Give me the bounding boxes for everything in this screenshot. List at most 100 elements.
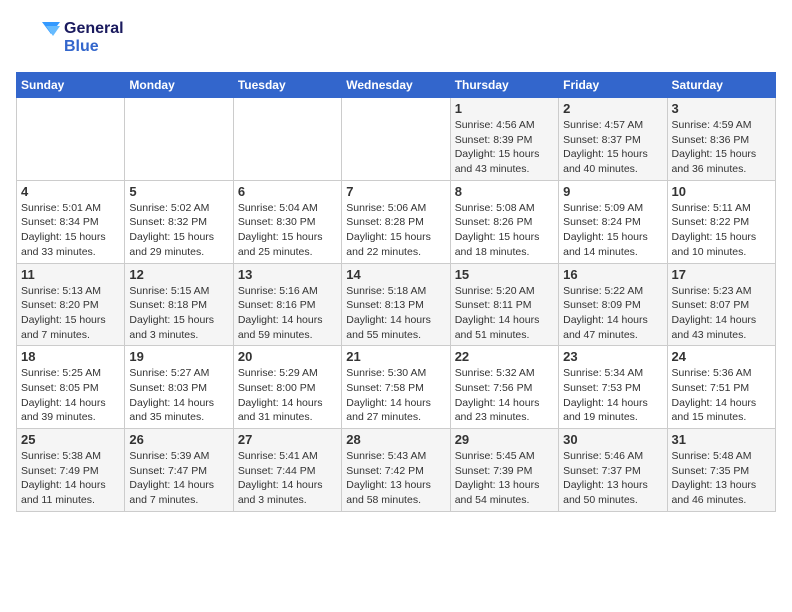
- calendar-week-5: 25 Sunrise: 5:38 AM Sunset: 7:49 PM Dayli…: [17, 429, 776, 512]
- day-info: Sunrise: 5:34 AM Sunset: 7:53 PM Dayligh…: [563, 366, 662, 425]
- page-header: GeneralBlue: [16, 16, 776, 60]
- calendar-day: 21Sunrise: 5:30 AM Sunset: 7:58 PM Dayli…: [342, 346, 450, 429]
- day-number: 27: [238, 432, 337, 447]
- day-info: Sunrise: 5:30 AM Sunset: 7:58 PM Dayligh…: [346, 366, 445, 425]
- day-number: 12: [129, 267, 228, 282]
- day-info: Sunrise: 5:48 AM Sunset: 7:35 PM Dayligh…: [672, 449, 771, 508]
- calendar-day: 29 Sunrise: 5:45 AM Sunset: 7:39 PM Dayli…: [450, 429, 558, 512]
- calendar-day: [17, 98, 125, 181]
- day-number: 26: [129, 432, 228, 447]
- day-number: 6: [238, 184, 337, 199]
- day-header-sunday: Sunday: [17, 73, 125, 98]
- day-number: 14: [346, 267, 445, 282]
- day-info: Sunrise: 5:38 AM Sunset: 7:49 PM Dayligh…: [21, 449, 120, 508]
- day-number: 1: [455, 101, 554, 116]
- day-number: 18: [21, 349, 120, 364]
- calendar-day: 19 Sunrise: 5:27 AM Sunset: 8:03 PM Dayli…: [125, 346, 233, 429]
- calendar-day: 1 Sunrise: 4:56 AM Sunset: 8:39 PM Daylig…: [450, 98, 558, 181]
- day-info: Sunrise: 5:11 AM Sunset: 8:22 PM Dayligh…: [672, 201, 771, 260]
- day-info: Sunrise: 5:32 AM Sunset: 7:56 PM Dayligh…: [455, 366, 554, 425]
- logo-general: General: [64, 20, 124, 38]
- day-number: 15: [455, 267, 554, 282]
- day-header-tuesday: Tuesday: [233, 73, 341, 98]
- calendar-day: 26 Sunrise: 5:39 AM Sunset: 7:47 PM Dayli…: [125, 429, 233, 512]
- day-number: 20: [238, 349, 337, 364]
- day-info: Sunrise: 5:02 AM Sunset: 8:32 PM Dayligh…: [129, 201, 228, 260]
- day-number: 17: [672, 267, 771, 282]
- day-info: Sunrise: 4:57 AM Sunset: 8:37 PM Dayligh…: [563, 118, 662, 177]
- day-info: Sunrise: 5:43 AM Sunset: 7:42 PM Dayligh…: [346, 449, 445, 508]
- day-number: 10: [672, 184, 771, 199]
- day-info: Sunrise: 5:04 AM Sunset: 8:30 PM Dayligh…: [238, 201, 337, 260]
- day-info: Sunrise: 5:27 AM Sunset: 8:03 PM Dayligh…: [129, 366, 228, 425]
- day-info: Sunrise: 5:06 AM Sunset: 8:28 PM Dayligh…: [346, 201, 445, 260]
- calendar-day: 6 Sunrise: 5:04 AM Sunset: 8:30 PM Daylig…: [233, 180, 341, 263]
- logo-text-block: GeneralBlue: [64, 20, 124, 55]
- calendar-day: 8Sunrise: 5:08 AM Sunset: 8:26 PM Daylig…: [450, 180, 558, 263]
- day-info: Sunrise: 5:45 AM Sunset: 7:39 PM Dayligh…: [455, 449, 554, 508]
- calendar-day: 24Sunrise: 5:36 AM Sunset: 7:51 PM Dayli…: [667, 346, 775, 429]
- day-number: 28: [346, 432, 445, 447]
- day-info: Sunrise: 5:25 AM Sunset: 8:05 PM Dayligh…: [21, 366, 120, 425]
- calendar-day: 22 Sunrise: 5:32 AM Sunset: 7:56 PM Dayli…: [450, 346, 558, 429]
- day-number: 25: [21, 432, 120, 447]
- day-info: Sunrise: 5:36 AM Sunset: 7:51 PM Dayligh…: [672, 366, 771, 425]
- day-number: 22: [455, 349, 554, 364]
- calendar-day: 15 Sunrise: 5:20 AM Sunset: 8:11 PM Dayli…: [450, 263, 558, 346]
- day-number: 5: [129, 184, 228, 199]
- day-number: 16: [563, 267, 662, 282]
- day-header-monday: Monday: [125, 73, 233, 98]
- calendar-day: [125, 98, 233, 181]
- calendar-day: 4 Sunrise: 5:01 AM Sunset: 8:34 PM Daylig…: [17, 180, 125, 263]
- calendar-day: 10 Sunrise: 5:11 AM Sunset: 8:22 PM Dayli…: [667, 180, 775, 263]
- calendar-week-2: 4 Sunrise: 5:01 AM Sunset: 8:34 PM Daylig…: [17, 180, 776, 263]
- day-header-thursday: Thursday: [450, 73, 558, 98]
- day-info: Sunrise: 5:13 AM Sunset: 8:20 PM Dayligh…: [21, 284, 120, 343]
- calendar-week-4: 18 Sunrise: 5:25 AM Sunset: 8:05 PM Dayli…: [17, 346, 776, 429]
- logo: GeneralBlue: [16, 16, 124, 60]
- calendar-day: 28 Sunrise: 5:43 AM Sunset: 7:42 PM Dayli…: [342, 429, 450, 512]
- day-number: 2: [563, 101, 662, 116]
- day-number: 9: [563, 184, 662, 199]
- calendar-day: 18 Sunrise: 5:25 AM Sunset: 8:05 PM Dayli…: [17, 346, 125, 429]
- day-info: Sunrise: 5:16 AM Sunset: 8:16 PM Dayligh…: [238, 284, 337, 343]
- day-info: Sunrise: 5:20 AM Sunset: 8:11 PM Dayligh…: [455, 284, 554, 343]
- day-number: 29: [455, 432, 554, 447]
- calendar-day: 5 Sunrise: 5:02 AM Sunset: 8:32 PM Daylig…: [125, 180, 233, 263]
- calendar-day: 20 Sunrise: 5:29 AM Sunset: 8:00 PM Dayli…: [233, 346, 341, 429]
- calendar-day: 16 Sunrise: 5:22 AM Sunset: 8:09 PM Dayli…: [559, 263, 667, 346]
- calendar-day: 23 Sunrise: 5:34 AM Sunset: 7:53 PM Dayli…: [559, 346, 667, 429]
- calendar-day: 12 Sunrise: 5:15 AM Sunset: 8:18 PM Dayli…: [125, 263, 233, 346]
- day-number: 19: [129, 349, 228, 364]
- day-info: Sunrise: 5:15 AM Sunset: 8:18 PM Dayligh…: [129, 284, 228, 343]
- day-header-saturday: Saturday: [667, 73, 775, 98]
- calendar-day: 13Sunrise: 5:16 AM Sunset: 8:16 PM Dayli…: [233, 263, 341, 346]
- day-header-friday: Friday: [559, 73, 667, 98]
- calendar-day: 2 Sunrise: 4:57 AM Sunset: 8:37 PM Daylig…: [559, 98, 667, 181]
- calendar-day: [233, 98, 341, 181]
- calendar-day: 14 Sunrise: 5:18 AM Sunset: 8:13 PM Dayli…: [342, 263, 450, 346]
- day-info: Sunrise: 5:23 AM Sunset: 8:07 PM Dayligh…: [672, 284, 771, 343]
- calendar-day: 7 Sunrise: 5:06 AM Sunset: 8:28 PM Daylig…: [342, 180, 450, 263]
- day-number: 23: [563, 349, 662, 364]
- day-number: 4: [21, 184, 120, 199]
- day-number: 3: [672, 101, 771, 116]
- day-info: Sunrise: 5:18 AM Sunset: 8:13 PM Dayligh…: [346, 284, 445, 343]
- day-info: Sunrise: 5:39 AM Sunset: 7:47 PM Dayligh…: [129, 449, 228, 508]
- day-number: 30: [563, 432, 662, 447]
- day-info: Sunrise: 5:29 AM Sunset: 8:00 PM Dayligh…: [238, 366, 337, 425]
- day-info: Sunrise: 5:41 AM Sunset: 7:44 PM Dayligh…: [238, 449, 337, 508]
- calendar-day: 25 Sunrise: 5:38 AM Sunset: 7:49 PM Dayli…: [17, 429, 125, 512]
- calendar-day: 27 Sunrise: 5:41 AM Sunset: 7:44 PM Dayli…: [233, 429, 341, 512]
- day-number: 7: [346, 184, 445, 199]
- calendar-day: 11Sunrise: 5:13 AM Sunset: 8:20 PM Dayli…: [17, 263, 125, 346]
- day-info: Sunrise: 4:59 AM Sunset: 8:36 PM Dayligh…: [672, 118, 771, 177]
- day-info: Sunrise: 5:01 AM Sunset: 8:34 PM Dayligh…: [21, 201, 120, 260]
- calendar-day: [342, 98, 450, 181]
- day-info: Sunrise: 4:56 AM Sunset: 8:39 PM Dayligh…: [455, 118, 554, 177]
- day-number: 31: [672, 432, 771, 447]
- day-info: Sunrise: 5:22 AM Sunset: 8:09 PM Dayligh…: [563, 284, 662, 343]
- calendar-table: SundayMondayTuesdayWednesdayThursdayFrid…: [16, 72, 776, 512]
- day-header-wednesday: Wednesday: [342, 73, 450, 98]
- logo-svg: [16, 16, 60, 60]
